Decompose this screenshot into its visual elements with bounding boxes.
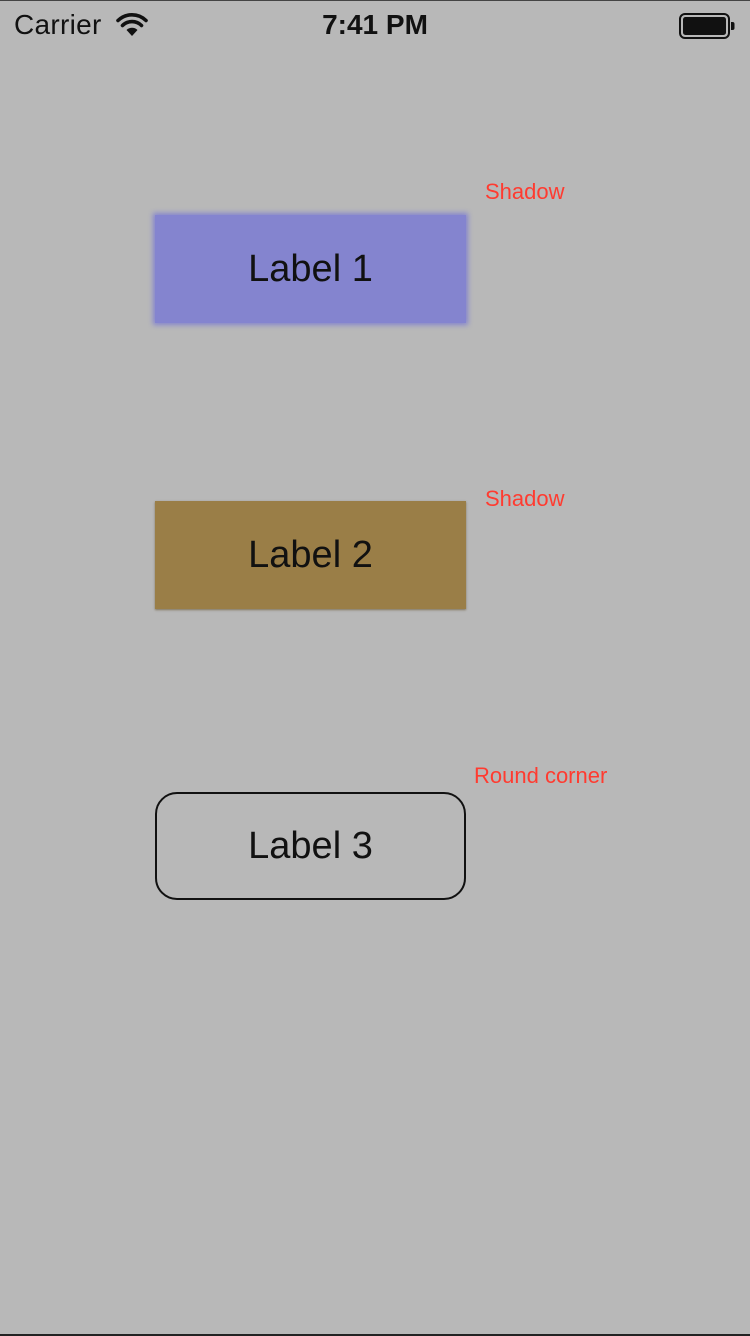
label-1: Label 1 [155,215,466,323]
label-2: Label 2 [155,501,466,609]
round-corner-annotation: Round corner [474,763,608,788]
shadow-annotation-1: Shadow [485,179,565,204]
label-3: Label 3 [155,792,466,900]
shadow-annotation-2: Shadow [485,486,565,511]
battery-full-icon [679,13,735,39]
status-bar: Carrier 7:41 PM [0,0,750,50]
clock: 7:41 PM [322,9,428,40]
